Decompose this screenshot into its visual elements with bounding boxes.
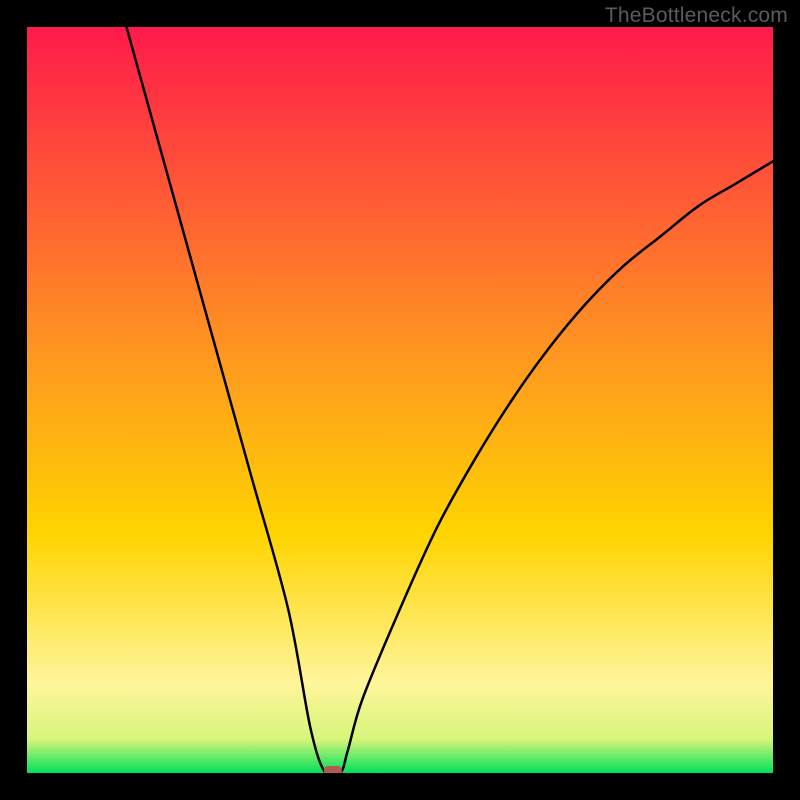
watermark-text: TheBottleneck.com [605,4,788,28]
chart-background [27,27,773,773]
chart-plot-area [27,27,773,773]
chart-frame: TheBottleneck.com [0,0,800,800]
optimum-marker [324,766,342,773]
chart-svg [27,27,773,773]
